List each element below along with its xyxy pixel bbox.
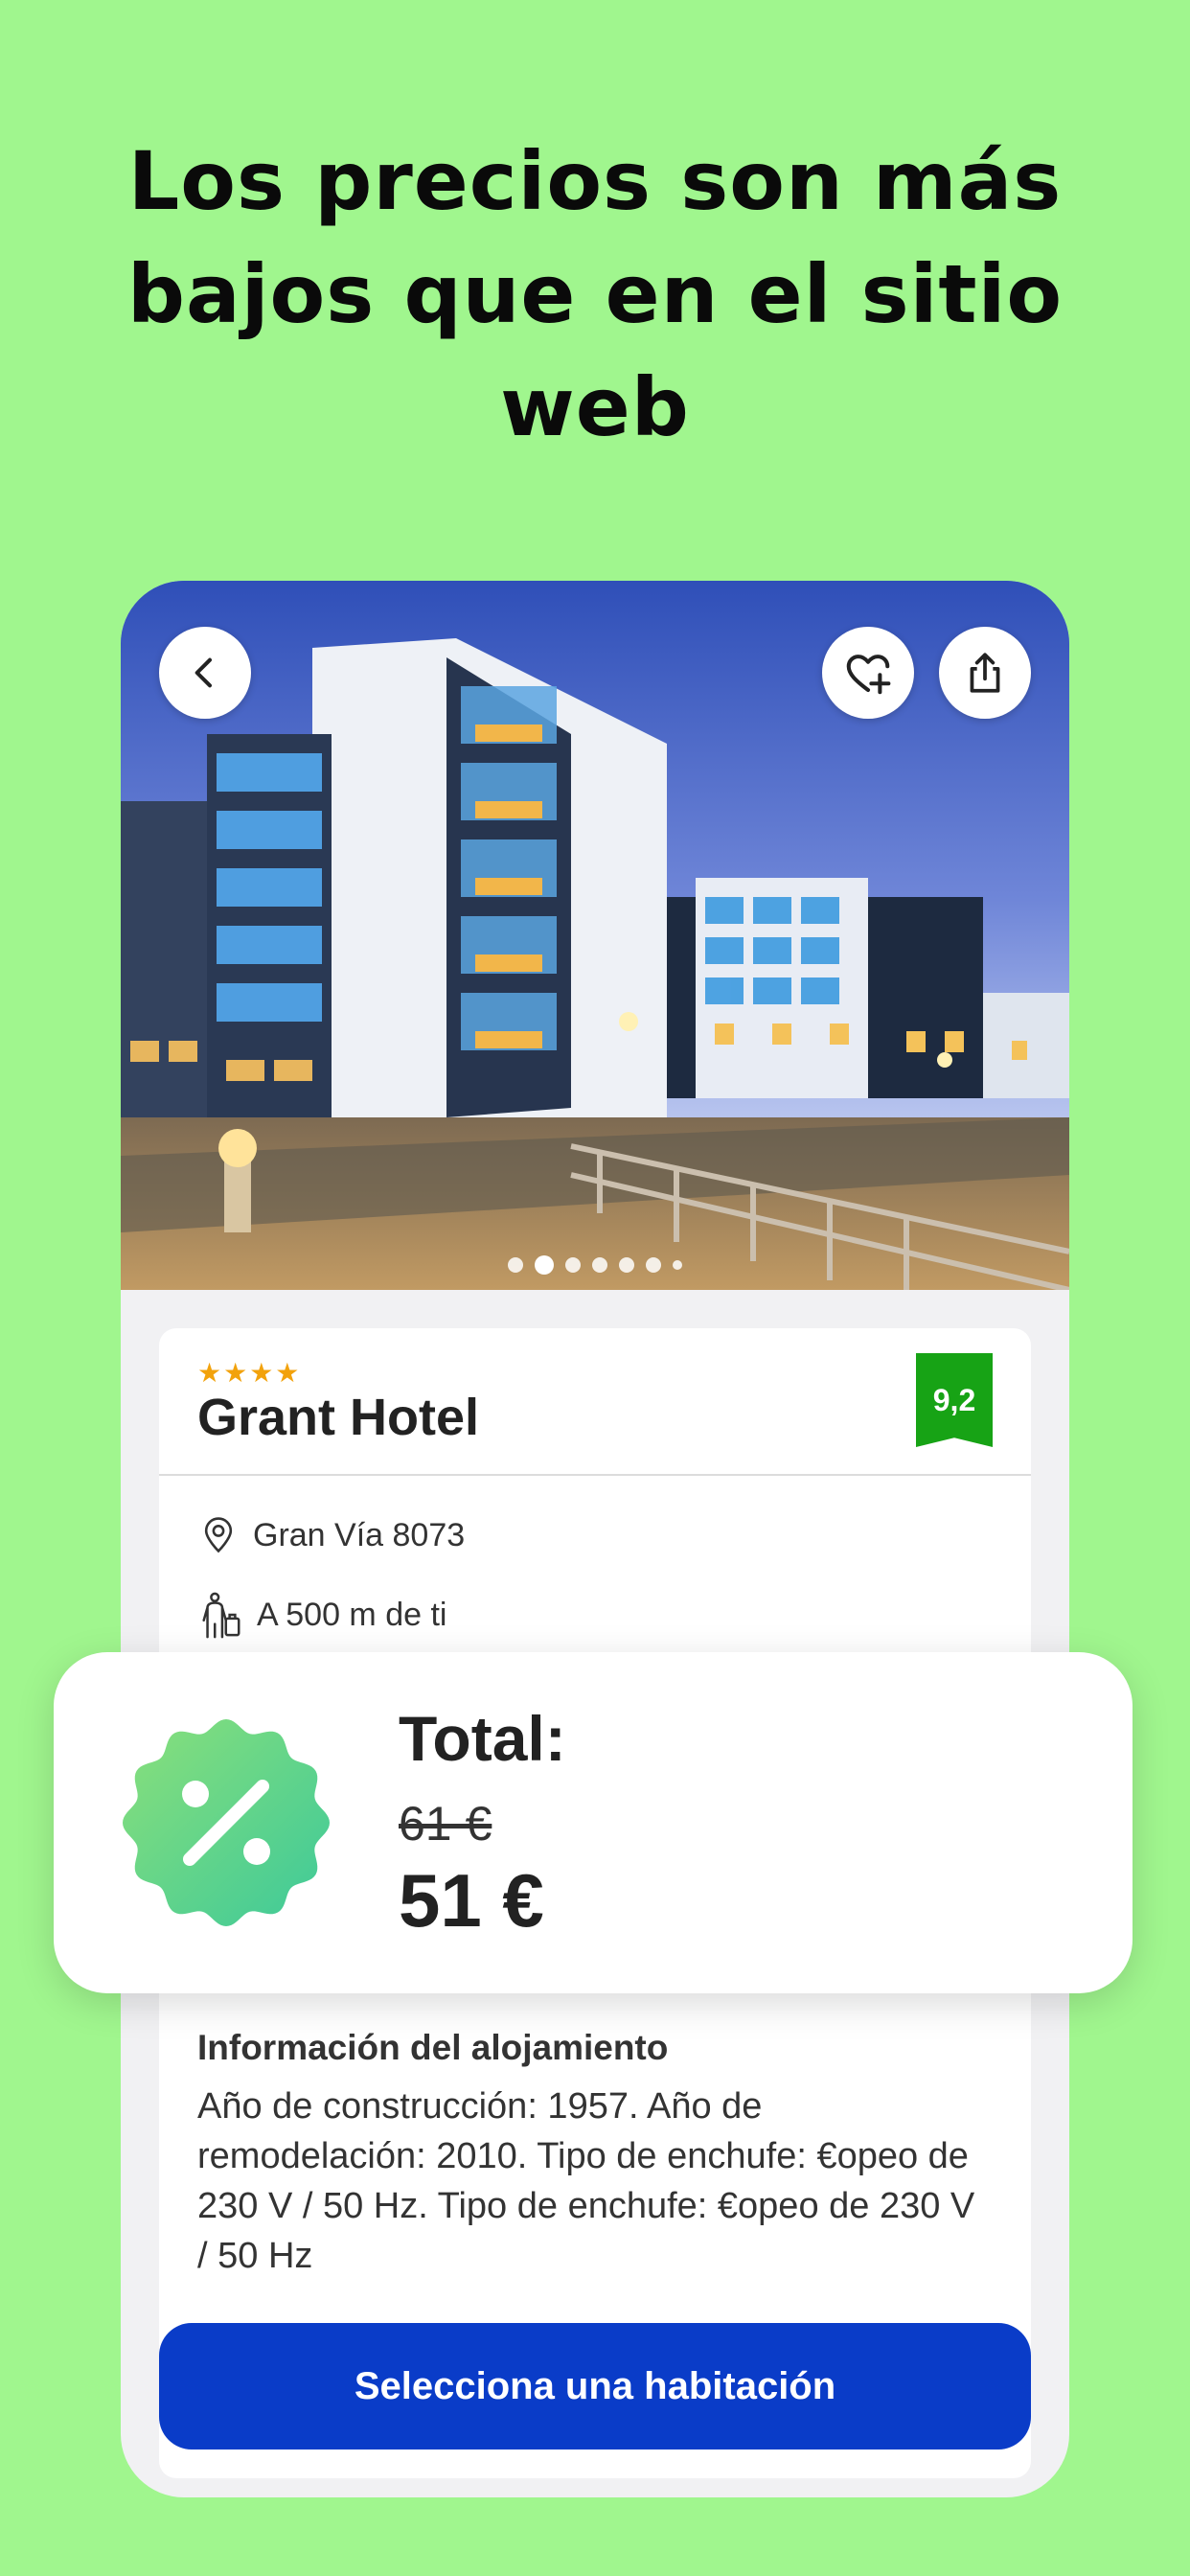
share-icon [970,653,1000,693]
select-room-button[interactable]: Selecciona una habitación [159,2323,1031,2450]
carousel-dot[interactable] [673,1260,682,1270]
hotel-photo-illustration [121,581,1069,1290]
hotel-photo[interactable] [121,581,1069,1290]
total-label: Total: [399,1703,566,1774]
location-pin-icon [204,1517,233,1553]
headline-line-3: web [500,360,690,454]
discount-badge-icon [123,1719,330,1926]
star-rating: ★★★★ [197,1357,302,1389]
property-info-title: Información del alojamiento [197,2028,669,2067]
headline: Los precios son más bajos que en el siti… [77,125,1113,464]
traveler-luggage-icon [202,1592,240,1639]
carousel-dot[interactable] [619,1257,634,1273]
chevron-left-icon [195,657,212,688]
distance-row: A 500 m de ti [197,1591,446,1639]
distance-text: A 500 m de ti [257,1596,447,1633]
carousel-dot[interactable] [592,1257,607,1273]
price-discount-card: Total: 61 € 51 € [54,1652,1133,1993]
back-button[interactable] [159,627,251,719]
address-text: Gran Vía 8073 [253,1516,466,1553]
carousel-dot[interactable] [565,1257,581,1273]
review-score-badge: 9,2 [916,1353,993,1447]
carousel-dot[interactable] [508,1257,523,1273]
phone-mockup: ★★★★ Grant Hotel 9,2 Gran Vía 8073 A 500… [121,581,1069,2497]
original-price: 61 € [399,1797,492,1851]
divider [159,1474,1031,1476]
discounted-price: 51 € [399,1858,544,1943]
share-button[interactable] [939,627,1031,719]
heart-plus-icon [846,655,891,695]
carousel-dot-active[interactable] [535,1255,554,1275]
address-row[interactable]: Gran Vía 8073 [197,1514,465,1556]
hotel-name: Grant Hotel [197,1389,480,1446]
property-info-text: Año de construcción: 1957. Año de remode… [197,2086,975,2276]
headline-line-2: bajos que en el sitio [126,247,1064,341]
carousel-dot[interactable] [646,1257,661,1273]
carousel-indicator[interactable] [121,1255,1069,1275]
favorite-button[interactable] [822,627,914,719]
headline-line-1: Los precios son más [127,134,1063,228]
